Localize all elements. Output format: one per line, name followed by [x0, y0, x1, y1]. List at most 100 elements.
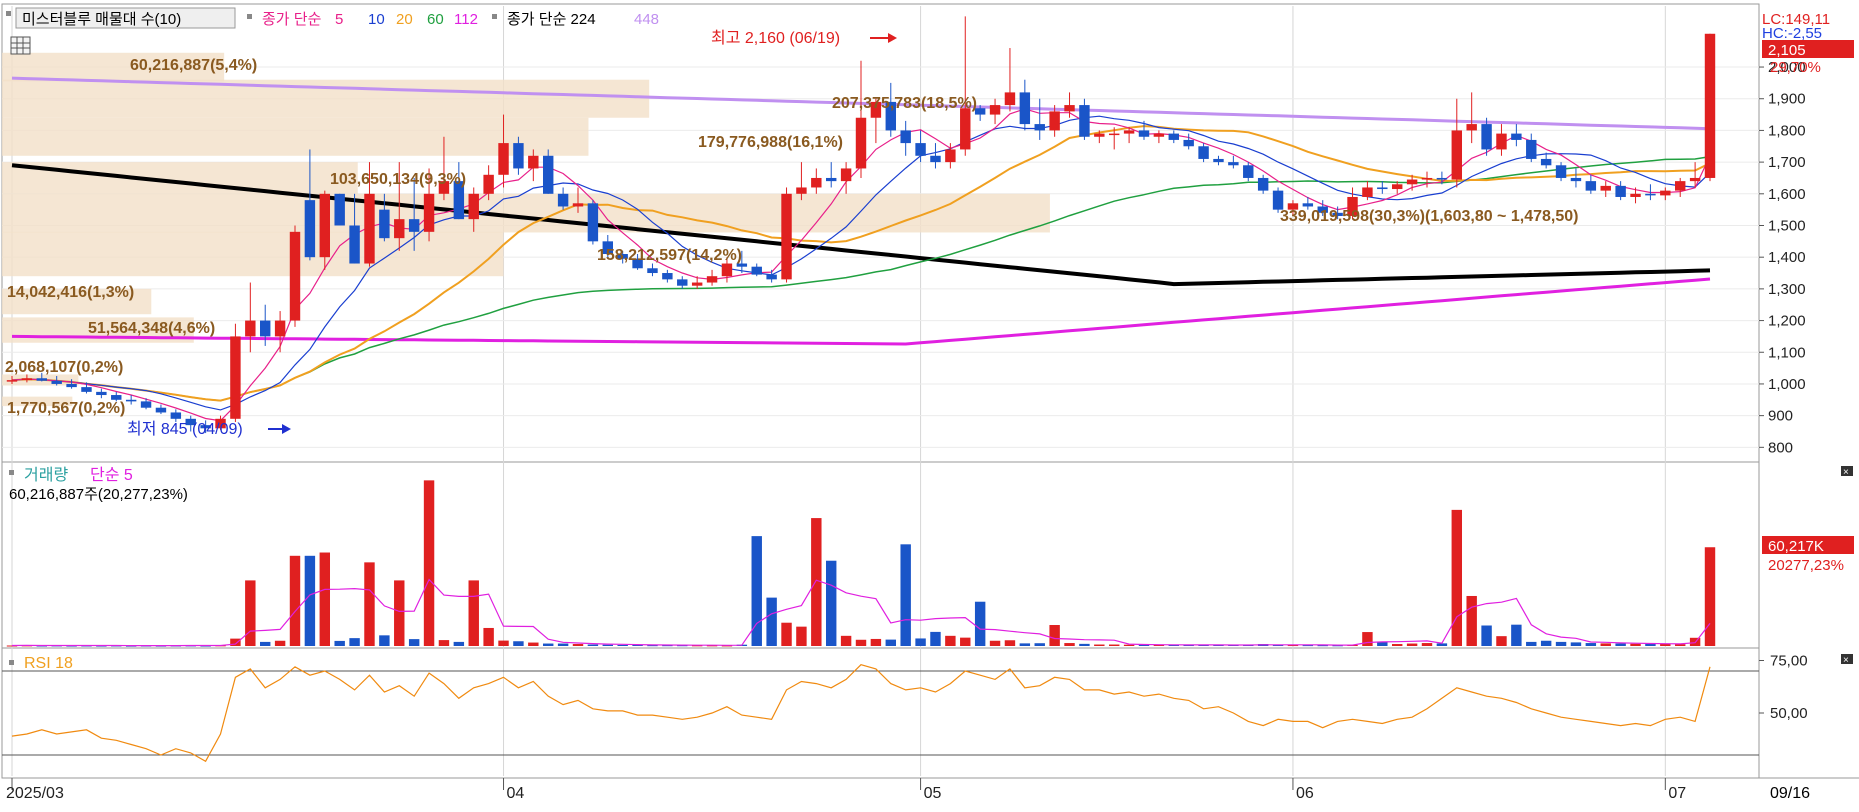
candle-body [1526, 139, 1537, 159]
volume-profile-label: 158,212,597(14,2%) [597, 247, 742, 264]
volume-bar [587, 644, 599, 646]
volume-bar [453, 641, 465, 646]
volume-bar [1496, 636, 1507, 646]
candle-body [125, 399, 137, 402]
price-tick-label: 900 [1768, 408, 1793, 425]
candle-body [960, 108, 971, 150]
price-tick-label: 1,900 [1768, 91, 1806, 108]
candle-body [483, 174, 494, 194]
price-tick-label: 1,800 [1768, 122, 1806, 139]
candle-body [379, 209, 390, 239]
candle-body [1138, 130, 1150, 137]
candle-body [1034, 124, 1045, 131]
candle-body [1243, 165, 1254, 178]
high-annotation: 최고 2,160 (06/19) [711, 29, 840, 47]
candle-body [840, 168, 852, 182]
candle-body [1228, 162, 1239, 166]
candle-body [1108, 133, 1120, 136]
candle-body [364, 193, 375, 264]
price-tick-label: 1,000 [1768, 376, 1806, 393]
candle-body [1585, 181, 1597, 191]
candle-body [66, 383, 77, 388]
candle-body [96, 391, 107, 396]
candle-body [1377, 187, 1388, 190]
candle-body [289, 231, 301, 321]
candle-body [1362, 187, 1373, 197]
volume-bar [408, 639, 420, 646]
candle-body [572, 203, 584, 207]
candle-body [319, 193, 331, 258]
volume-profile-label: 179,776,988(16,1%) [698, 134, 843, 151]
volume-bar [1391, 644, 1403, 646]
candle-body [230, 336, 241, 419]
ma20-period: 20 [396, 11, 413, 28]
candle-body [1451, 130, 1463, 180]
candle-body [1079, 105, 1090, 137]
date-tick-label: 2025/03 [6, 785, 64, 802]
volume-bar [617, 644, 628, 646]
rsi-tick-label: 50,00 [1770, 705, 1808, 722]
volume-bar [274, 640, 286, 646]
volume-bar [289, 555, 301, 646]
candle-body [140, 401, 152, 408]
candle-body [930, 155, 941, 163]
volume-bar [542, 643, 554, 646]
candle-body [1302, 203, 1314, 207]
price-tick-label: 1,500 [1768, 217, 1806, 234]
candle-body [662, 273, 673, 280]
price-tick-label: 1,400 [1768, 249, 1806, 266]
candle-body [1600, 185, 1611, 191]
ma448-period: 448 [634, 11, 659, 28]
volume-bar [1123, 644, 1135, 646]
candle-body [408, 219, 420, 232]
candle-body [1004, 92, 1016, 106]
candle-body [811, 177, 822, 188]
volume-title[interactable]: 거래량 [24, 466, 68, 484]
date-tick-label: 04 [507, 785, 525, 802]
volume-profile-label: 339,019,598(30,3%)(1,603,80 ~ 1,478,50) [1280, 208, 1578, 225]
candle-body [1257, 177, 1269, 191]
candle-body [1496, 133, 1507, 150]
candle-body [1570, 177, 1582, 182]
candle-body [1064, 105, 1075, 112]
volume-profile-label: 51,564,348(4,6%) [88, 320, 215, 337]
volume-bar [438, 640, 450, 646]
candle-body [1272, 190, 1284, 210]
volume-bar [796, 626, 807, 646]
candle-body [1645, 193, 1656, 196]
last-volume-ma: 20277,23% [1768, 557, 1844, 574]
candle-body [1674, 181, 1686, 191]
candle-body [677, 279, 688, 286]
volume-bar [1630, 643, 1641, 646]
ma-label[interactable]: 종가 단순 [262, 11, 322, 28]
candle-body [1660, 190, 1671, 196]
volume-bar [1600, 643, 1611, 646]
volume-bar [513, 641, 524, 646]
volume-bar [1421, 643, 1433, 646]
candle-body [766, 274, 777, 280]
candle-body [915, 143, 926, 156]
rsi-title[interactable]: RSI 18 [24, 655, 73, 672]
candle-body [245, 320, 256, 337]
price-tag-label[interactable]: 미스터블루 매물대 수(10) [22, 11, 181, 28]
candle-body [6, 380, 18, 382]
candle-body [989, 105, 1001, 115]
candle-body [1198, 146, 1209, 159]
volume-bar [423, 480, 435, 646]
volume-bar [1540, 640, 1552, 646]
candle-body [170, 412, 182, 419]
candle-body [855, 117, 867, 169]
volume-profile-bar [2, 79, 650, 118]
volume-bar [468, 580, 479, 646]
candle-body [1213, 158, 1224, 163]
table-icon[interactable] [10, 36, 31, 55]
volume-bar [1511, 624, 1522, 646]
volume-bar [349, 638, 360, 646]
candle-body [81, 387, 92, 392]
volume-bar [1079, 643, 1090, 646]
hc-label: HC:-2,55 [1762, 25, 1822, 42]
ma224-label[interactable]: 종가 단순 224 [507, 11, 596, 28]
candle-body [721, 263, 733, 277]
last-change: 29,70% [1770, 59, 1821, 76]
volume-bar [1526, 641, 1537, 646]
